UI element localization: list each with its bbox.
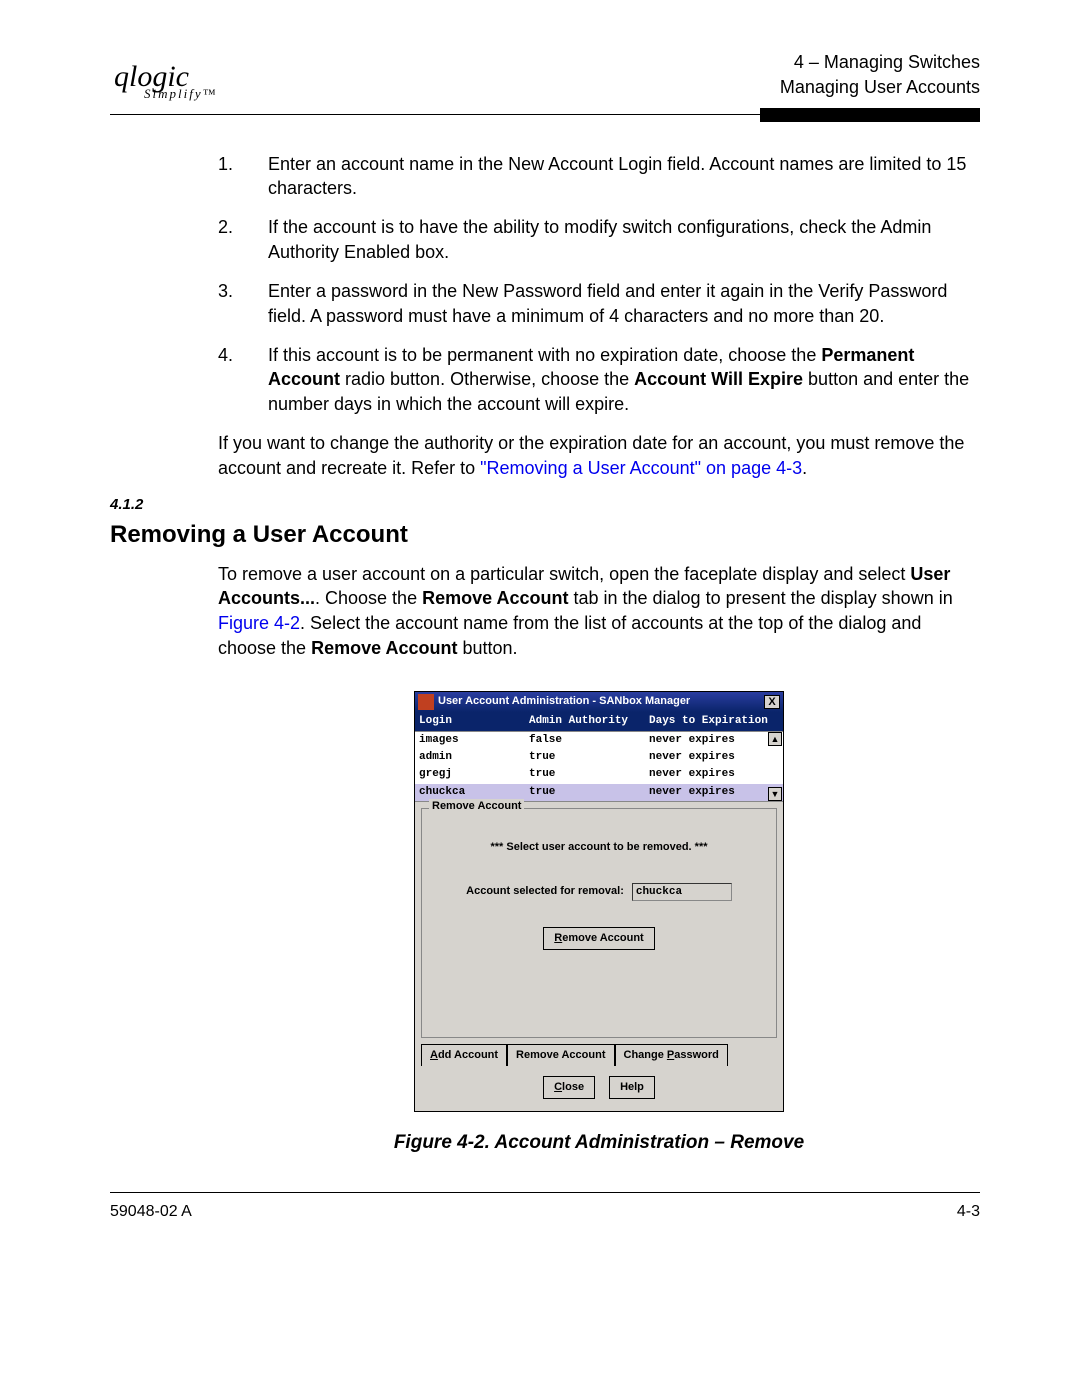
step-text: Enter a password in the New Password fie… (268, 281, 947, 326)
panel-label: Remove Account (429, 799, 524, 814)
dialog-window: User Account Administration - SANbox Man… (414, 691, 784, 1112)
dialog-title: User Account Administration - SANbox Man… (438, 694, 764, 709)
app-icon (418, 694, 434, 710)
step-num: 3. (218, 279, 233, 304)
footer-left: 59048-02 A (110, 1201, 192, 1223)
step-num: 2. (218, 215, 233, 240)
table-row[interactable]: admintruenever expires (415, 749, 783, 766)
change-paragraph: If you want to change the authority or t… (218, 431, 980, 481)
table-row[interactable]: imagesfalsenever expires (415, 732, 783, 749)
step-num: 4. (218, 343, 233, 368)
step-num: 1. (218, 152, 233, 177)
header-line2: Managing User Accounts (780, 75, 980, 100)
table-header: Login Admin Authority Days to Expiration (415, 712, 783, 731)
tab-remove-account[interactable]: Remove Account (507, 1044, 614, 1066)
step-text: If the account is to have the ability to… (268, 217, 931, 262)
link-removing-account[interactable]: "Removing a User Account" on page 4-3 (480, 458, 802, 478)
header-line1: 4 – Managing Switches (780, 50, 980, 75)
link-figure[interactable]: Figure 4-2 (218, 613, 300, 633)
close-button[interactable]: Close (543, 1076, 595, 1099)
logo: qlogic Simplify™ (110, 63, 217, 100)
logo-sub: Simplify™ (144, 88, 217, 100)
header-rule (110, 108, 980, 122)
step-text: Enter an account name in the New Account… (268, 154, 966, 199)
tab-add-account[interactable]: Add Account (421, 1044, 507, 1066)
col-admin: Admin Authority (529, 714, 649, 729)
tab-change-password[interactable]: Change Password (615, 1044, 728, 1066)
step-text: If this account is to be permanent with … (268, 345, 969, 415)
section-paragraph: To remove a user account on a particular… (218, 562, 980, 661)
scroll-up-icon[interactable]: ▲ (768, 732, 782, 746)
scrollbar[interactable]: ▲ ▼ (767, 732, 783, 801)
close-icon[interactable]: X (764, 695, 780, 709)
scroll-down-icon[interactable]: ▼ (768, 787, 782, 801)
footer-right: 4-3 (957, 1201, 980, 1223)
section-heading: Removing a User Account (110, 518, 980, 551)
table-row[interactable]: gregjtruenever expires (415, 766, 783, 783)
col-login: Login (419, 714, 529, 729)
help-button[interactable]: Help (609, 1076, 655, 1099)
section-number: 4.1.2 (110, 495, 980, 516)
col-exp: Days to Expiration (649, 714, 768, 729)
figure-caption: Figure 4-2. Account Administration – Rem… (218, 1130, 980, 1156)
